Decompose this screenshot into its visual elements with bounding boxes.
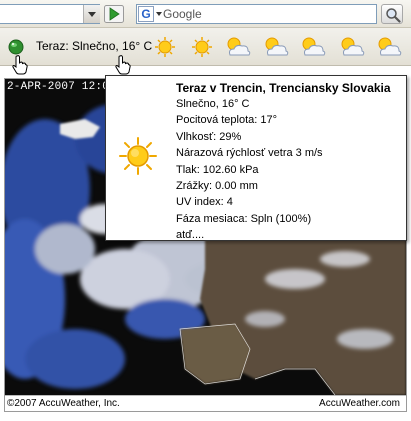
google-icon[interactable]: G [138, 6, 154, 22]
hand-cursor-icon [12, 55, 28, 75]
partly-cloudy-icon [341, 37, 365, 56]
go-arrow-icon [104, 5, 124, 23]
tooltip-line: Zrážky: 0.00 mm [176, 179, 258, 192]
forecast-day-2[interactable] [188, 36, 216, 58]
tooltip-line: Vlhkosť: 29% [176, 130, 242, 143]
tooltip-line: Nárazová rýchlosť vetra 3 m/s [176, 147, 323, 160]
forecast-day-7[interactable] [375, 36, 403, 58]
hand-cursor-icon [115, 55, 131, 75]
map-timestamp: 2-APR-2007 12:00 [7, 81, 116, 93]
current-conditions[interactable]: Teraz: Slnečno, 16° C [36, 39, 152, 53]
tooltip-line: Slnečno, 16° C [176, 98, 250, 110]
forecast-day-1[interactable] [151, 36, 179, 58]
forecast-day-3[interactable] [224, 36, 252, 58]
tooltip-line: UV index: 4 [176, 196, 233, 209]
weather-toolbar: Teraz: Slnečno, 16° C [0, 28, 411, 66]
tooltip-line: Pocitová teplota: 17° [176, 114, 278, 127]
map-footer: ©2007 AccuWeather, Inc. AccuWeather.com [5, 395, 406, 411]
forecast-day-5[interactable] [299, 36, 327, 58]
tooltip-line: atď.... [176, 229, 205, 242]
copyright-text: ©2007 AccuWeather, Inc. [7, 398, 120, 409]
tooltip-title: Teraz v Trencin, Trenciansky Slovakia [176, 81, 391, 95]
partly-cloudy-icon [302, 37, 326, 56]
search-box[interactable]: G [136, 4, 377, 24]
partly-cloudy-icon [378, 37, 402, 56]
engine-dropdown-icon[interactable] [156, 12, 162, 16]
sun-icon [155, 37, 175, 57]
search-input[interactable] [163, 6, 373, 22]
magnifier-icon [386, 8, 401, 23]
accuweather-link[interactable]: AccuWeather.com [319, 398, 400, 409]
partly-cloudy-icon [227, 37, 251, 56]
tooltip-details: Slnečno, 16° C Pocitová teplota: 17° Vlh… [176, 98, 323, 246]
partly-cloudy-icon [265, 37, 289, 56]
sun-icon [192, 37, 212, 57]
tooltip-line: Tlak: 102.60 kPa [176, 163, 259, 176]
tooltip-line: Fáza mesiaca: Spln (100%) [176, 212, 312, 225]
forecast-day-6[interactable] [338, 36, 366, 58]
navigation-toolbar: G [0, 0, 411, 28]
forecast-day-4[interactable] [262, 36, 290, 58]
current-conditions-tooltip: Teraz v Trencin, Trenciansky Slovakia Sl… [105, 75, 407, 241]
sun-icon [119, 137, 157, 175]
address-dropdown-button[interactable] [83, 5, 100, 23]
search-button[interactable] [381, 4, 403, 24]
globe-icon[interactable] [8, 39, 24, 55]
go-button[interactable] [104, 5, 124, 23]
